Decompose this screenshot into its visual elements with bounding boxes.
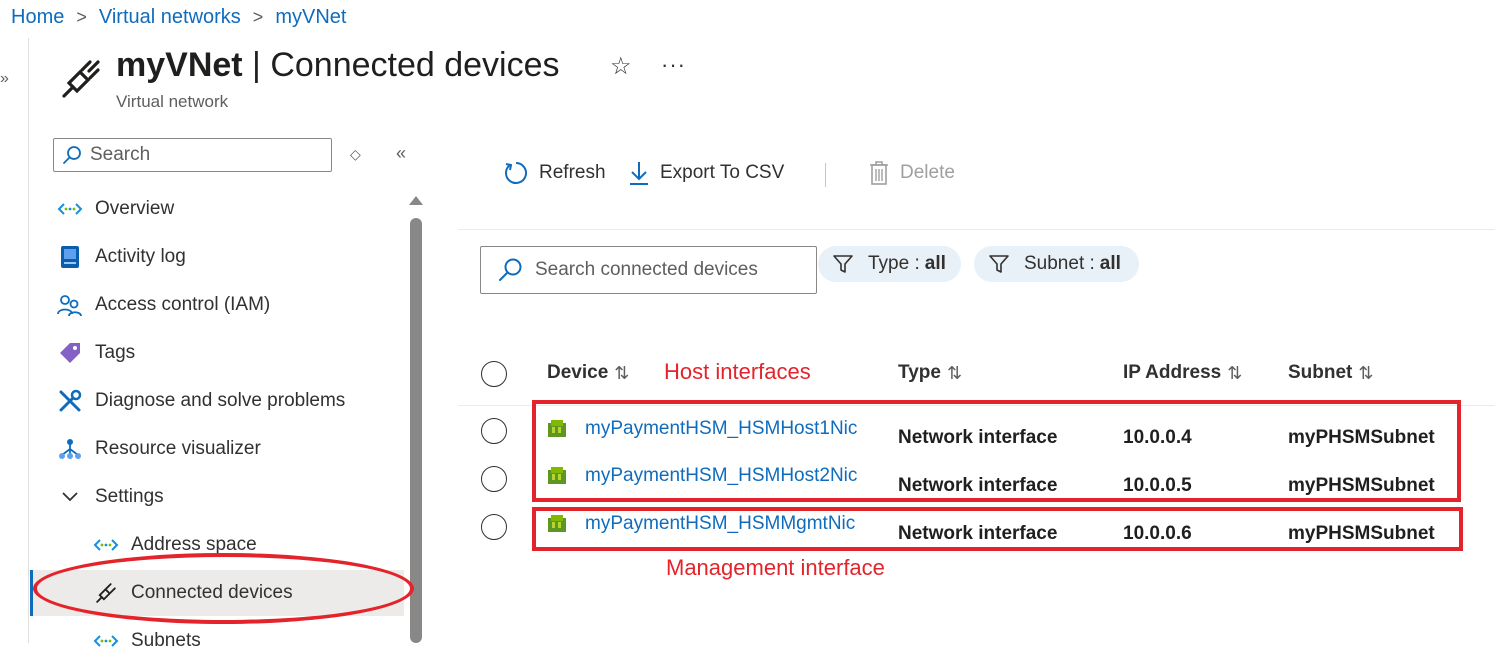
annotation-box-host [532,400,1461,502]
refresh-icon [505,162,527,184]
column-header-type[interactable]: Type ⇅ [898,362,962,384]
vnet-icon [92,531,120,559]
sort-updown-icon[interactable]: ◇ [350,146,361,163]
page-subtitle: Virtual network [116,92,229,111]
sidebar-item-label: Activity log [95,246,186,267]
refresh-button[interactable]: Refresh [503,160,606,186]
select-all-radio[interactable] [481,361,507,387]
activity-log-icon [56,243,84,271]
people-icon [56,291,84,319]
tag-icon [56,339,84,367]
export-label: Export To CSV [660,162,785,183]
page-title: myVNet | Connected devices [116,46,560,84]
annotation-management-interface: Management interface [666,555,885,580]
export-csv-button[interactable]: Export To CSV [628,160,784,186]
column-header-ip[interactable]: IP Address ⇅ [1123,362,1242,384]
sidebar-item-label: Tags [95,342,136,363]
sidebar-item-label: Diagnose and solve problems [95,390,346,411]
sidebar-item-tags[interactable]: Tags [56,333,135,373]
breadcrumb: Home > Virtual networks > myVNet [11,6,346,29]
sidebar-item-label: Overview [95,198,175,219]
sidebar-item-overview[interactable]: Overview [56,189,174,229]
menu-search-placeholder: Search [90,144,151,165]
sort-icon: ⇅ [946,362,962,383]
breadcrumb-myvnet[interactable]: myVNet [275,6,346,29]
menu-search-input[interactable]: Search [53,138,332,172]
column-header-subnet[interactable]: Subnet ⇅ [1288,362,1373,384]
type-filter-label: Type : [868,253,920,274]
divider [28,38,29,643]
subnet-filter-value: all [1099,253,1121,274]
sidebar-item-diagnose[interactable]: Diagnose and solve problems [56,381,345,421]
sort-icon: ⇅ [614,362,629,383]
row-select-radio[interactable] [481,418,507,444]
annotation-box-management [532,507,1463,551]
breadcrumb-home[interactable]: Home [11,6,64,29]
refresh-label: Refresh [539,162,606,183]
chevron-right-icon: > [76,7,87,27]
sidebar-item-resource-visualizer[interactable]: Resource visualizer [56,429,261,469]
divider [458,229,1495,230]
download-icon [630,162,648,185]
chevron-down-icon [56,483,84,511]
sort-icon: ⇅ [1227,362,1242,383]
hierarchy-icon [56,435,84,463]
collapse-menu-icon[interactable]: « [396,143,406,164]
sidebar-item-label: Subnets [131,630,201,651]
trash-icon [870,161,888,185]
annotation-host-interfaces: Host interfaces [664,359,811,384]
row-select-radio[interactable] [481,466,507,492]
filter-icon [833,255,853,273]
wrench-icon [56,387,84,415]
more-options-button[interactable]: ··· [661,52,686,78]
filter-icon [989,255,1009,273]
toolbar-divider [825,163,826,187]
nav-selected-indicator [30,570,33,616]
breadcrumb-virtual-networks[interactable]: Virtual networks [99,6,241,29]
device-search-placeholder: Search connected devices [535,259,758,280]
vnet-icon [56,195,84,223]
sort-icon: ⇅ [1358,362,1373,383]
annotation-ellipse [33,553,414,624]
row-select-radio[interactable] [481,514,507,540]
plug-icon [62,60,100,98]
subnet-filter-label: Subnet : [1024,253,1095,274]
vnet-icon [92,627,120,655]
scroll-up-arrow[interactable] [409,196,423,205]
sidebar-item-access-control[interactable]: Access control (IAM) [56,285,270,325]
sidebar-item-activity-log[interactable]: Activity log [56,237,186,277]
sidebar-group-settings[interactable]: Settings [56,477,164,517]
delete-label: Delete [900,162,955,183]
sidebar-scrollbar[interactable] [410,218,422,643]
sidebar-item-label: Access control (IAM) [95,294,271,315]
delete-button[interactable]: Delete [868,160,955,186]
star-icon[interactable]: ☆ [610,52,632,81]
type-filter-pill[interactable]: Type : all [818,246,961,282]
sidebar-item-label: Settings [95,486,164,507]
sidebar-item-label: Resource visualizer [95,438,261,459]
expand-menu-icon[interactable]: » [0,70,9,88]
subnet-filter-pill[interactable]: Subnet : all [974,246,1139,282]
search-icon [63,146,81,164]
search-icon [499,258,522,281]
type-filter-value: all [924,253,946,274]
column-header-device[interactable]: Device ⇅ [547,362,629,384]
device-search-input[interactable]: Search connected devices [480,246,817,294]
sidebar-item-subnets[interactable]: Subnets [92,621,201,661]
chevron-right-icon: > [252,7,264,27]
